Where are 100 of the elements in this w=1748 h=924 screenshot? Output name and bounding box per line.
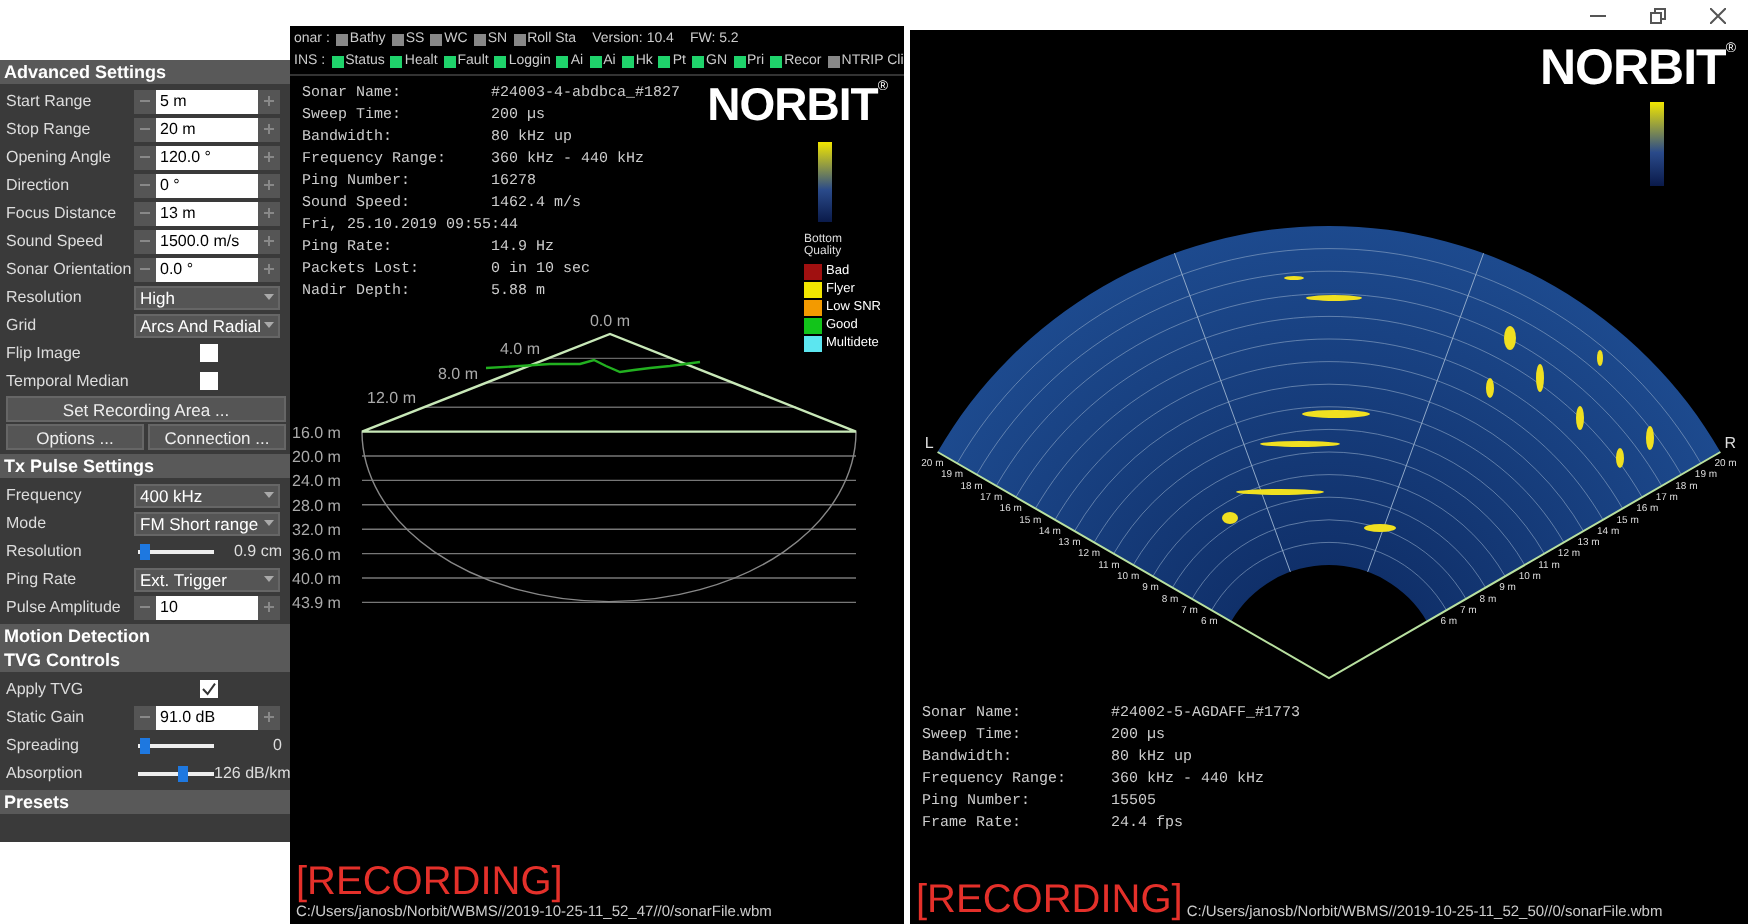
slider-thumb[interactable]: [139, 737, 150, 753]
number-field[interactable]: 5 m: [156, 89, 258, 113]
minus-icon: [140, 264, 150, 274]
caret-icon: [264, 576, 274, 582]
number-field[interactable]: 20 m: [156, 117, 258, 141]
checkbox[interactable]: [200, 680, 218, 698]
decrement-button[interactable]: [134, 89, 156, 113]
recording-indicator: [RECORDING]: [916, 880, 1183, 920]
field-label: Absorption: [6, 764, 85, 782]
number-field[interactable]: 13 m: [156, 201, 258, 225]
field-label: Mode: [6, 514, 49, 532]
caret-icon: [264, 294, 274, 300]
field-label: Stop Range: [6, 120, 93, 138]
number-field[interactable]: 0 °: [156, 173, 258, 197]
minus-icon: [140, 124, 150, 134]
plus-icon: [264, 236, 274, 246]
minus-icon: [140, 208, 150, 218]
field-label: Spreading: [6, 736, 81, 754]
plus-icon: [264, 152, 274, 162]
increment-button[interactable]: [258, 229, 280, 253]
decrement-button[interactable]: [134, 145, 156, 169]
increment-button[interactable]: [258, 173, 280, 197]
increment-button[interactable]: [258, 145, 280, 169]
field-label: Focus Distance: [6, 204, 119, 222]
depth-label: 43.9 m: [292, 594, 341, 613]
increment-button[interactable]: [258, 201, 280, 225]
slider-value: 126 dB/km: [214, 764, 293, 782]
minus-icon: [140, 602, 150, 612]
field-label: Resolution: [6, 288, 84, 306]
decrement-button[interactable]: [134, 229, 156, 253]
minus-icon: [140, 712, 150, 722]
depth-label: 40.0 m: [292, 570, 341, 588]
plus-icon: [264, 712, 274, 722]
section-header[interactable]: Motion Detection: [0, 624, 290, 648]
decrement-button[interactable]: [134, 117, 156, 141]
color-scale-bar: [1650, 102, 1664, 186]
action-button[interactable]: Connection ...: [148, 424, 286, 450]
minus-icon: [140, 236, 150, 246]
slider-value: 0.9 cm: [233, 542, 284, 560]
side-label: R: [1724, 434, 1736, 452]
depth-label: 0.0 m: [590, 312, 630, 330]
decrement-button[interactable]: [134, 705, 156, 729]
dropdown[interactable]: Ext. Trigger: [134, 567, 280, 591]
minus-icon: [140, 96, 150, 106]
decrement-button[interactable]: [134, 201, 156, 225]
number-field[interactable]: 91.0 dB: [156, 705, 258, 729]
depth-label: 12.0 m: [367, 389, 416, 408]
recording-indicator: [RECORDING]: [296, 862, 565, 902]
side-label: L: [924, 434, 934, 452]
plus-icon: [264, 124, 274, 134]
checkbox[interactable]: [200, 344, 218, 362]
field-label: Apply TVG: [6, 680, 86, 698]
plus-icon: [264, 96, 274, 106]
decrement-button[interactable]: [134, 173, 156, 197]
depth-label: 24.0 m: [292, 472, 341, 491]
section-header[interactable]: Tx Pulse Settings: [0, 454, 290, 478]
field-label: Pulse Amplitude: [6, 598, 123, 616]
section-header[interactable]: Advanced Settings: [0, 60, 290, 84]
caret-icon: [264, 520, 274, 526]
increment-button[interactable]: [258, 89, 280, 113]
slider-value: 0: [273, 736, 284, 754]
decrement-button[interactable]: [134, 595, 156, 619]
dropdown[interactable]: Arcs And Radial: [134, 313, 280, 337]
checkbox[interactable]: [200, 372, 218, 390]
number-field[interactable]: 0.0 °: [156, 257, 258, 281]
dropdown[interactable]: FM Short range: [134, 511, 280, 535]
action-button[interactable]: Options ...: [6, 424, 144, 450]
field-label: Grid: [6, 316, 39, 334]
field-label: Flip Image: [6, 344, 83, 362]
increment-button[interactable]: [258, 595, 280, 619]
field-label: Temporal Median: [6, 372, 131, 390]
number-field[interactable]: 1500.0 m/s: [156, 229, 258, 253]
depth-label: 20.0 m: [292, 448, 341, 466]
dropdown[interactable]: High: [134, 285, 280, 309]
depth-label: 36.0 m: [292, 545, 341, 564]
plus-icon: [264, 602, 274, 612]
caret-icon: [264, 492, 274, 498]
slider-thumb[interactable]: [139, 543, 150, 559]
minus-icon: [140, 152, 150, 162]
number-field[interactable]: 10: [156, 595, 258, 619]
minus-icon: [140, 180, 150, 190]
number-field[interactable]: 120.0 °: [156, 145, 258, 169]
field-label: Ping Rate: [6, 570, 79, 588]
field-label: Sound Speed: [6, 232, 105, 250]
section-header[interactable]: Presets: [0, 790, 290, 814]
field-label: Sonar Orientation: [6, 260, 134, 278]
increment-button[interactable]: [258, 117, 280, 141]
plus-icon: [264, 264, 274, 274]
logo-text: NORBIT: [707, 80, 878, 128]
dropdown[interactable]: 400 kHz: [134, 483, 280, 507]
section-header[interactable]: TVG Controls: [0, 648, 290, 672]
decrement-button[interactable]: [134, 257, 156, 281]
caret-icon: [264, 322, 274, 328]
field-label: Static Gain: [6, 708, 87, 726]
increment-button[interactable]: [258, 257, 280, 281]
increment-button[interactable]: [258, 705, 280, 729]
close-icon: [1710, 7, 1726, 23]
slider-thumb[interactable]: [177, 765, 188, 781]
depth-label: 28.0 m: [292, 496, 341, 515]
action-button[interactable]: Set Recording Area ...: [6, 396, 286, 422]
